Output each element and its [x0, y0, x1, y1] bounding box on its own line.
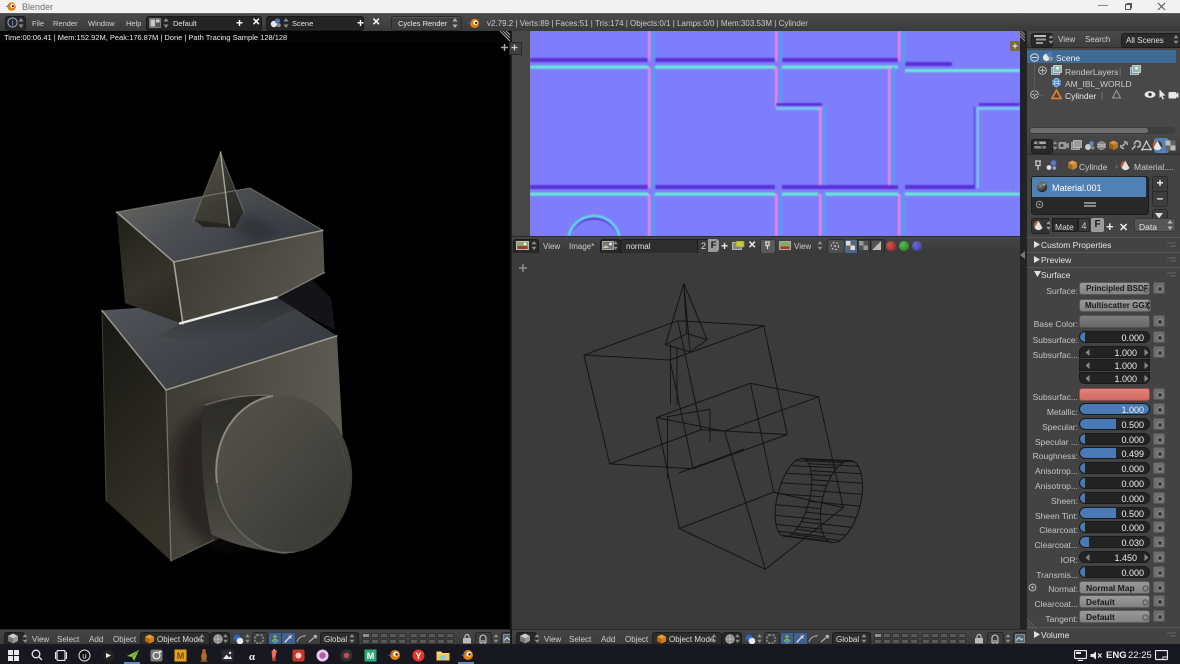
svg-text:M: M — [367, 651, 375, 661]
svg-text:M: M — [177, 651, 185, 661]
svg-text:u: u — [82, 652, 86, 661]
svg-text:α: α — [249, 651, 256, 662]
svg-text:i: i — [12, 18, 14, 27]
svg-text:Y: Y — [415, 651, 421, 661]
